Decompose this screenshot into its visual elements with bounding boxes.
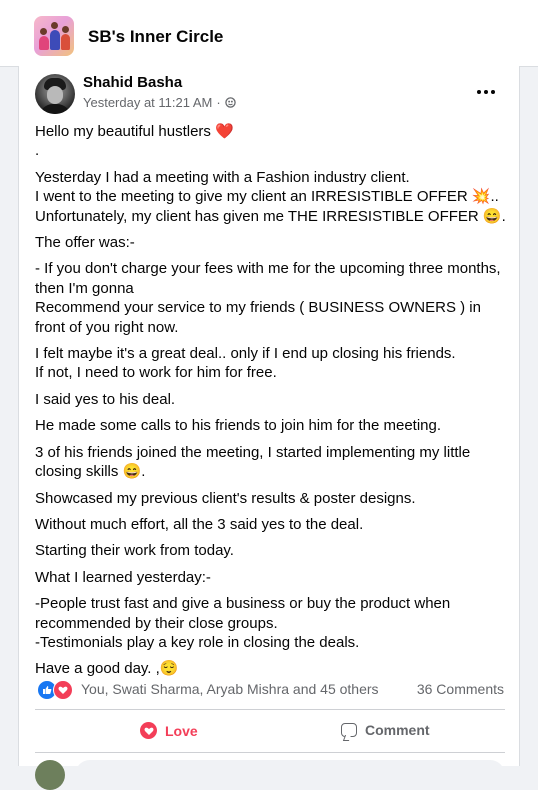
comment-icon	[341, 723, 357, 737]
more-options-icon[interactable]	[469, 80, 503, 104]
author-avatar[interactable]	[35, 74, 75, 114]
heart-icon	[140, 722, 157, 739]
comment-label: Comment	[365, 722, 430, 738]
post-card: Shahid Basha Yesterday at 11:21 AM · Hel…	[18, 66, 520, 790]
post-paragraph: Have a good day. ,😌	[35, 660, 179, 678]
group-name[interactable]: SB's Inner Circle	[88, 27, 223, 47]
post-actions: Love Comment	[35, 714, 505, 750]
post-paragraph: Yesterday I had a meeting with a Fashion…	[35, 168, 506, 225]
post-timestamp[interactable]: Yesterday at 11:21 AM	[83, 95, 212, 110]
group-cover-thumbnail[interactable]	[34, 16, 74, 56]
post-paragraph: Without much effort, all the 3 said yes …	[35, 515, 364, 533]
love-label: Love	[165, 722, 198, 739]
globe-icon	[224, 97, 236, 108]
love-button[interactable]: Love	[140, 722, 198, 739]
meta-separator: ·	[216, 95, 221, 110]
post-paragraph: I said yes to his deal.	[35, 390, 176, 408]
post-paragraph: I felt maybe it's a great deal.. only if…	[35, 345, 456, 382]
post-paragraph: -People trust fast and give a business o…	[35, 595, 451, 651]
post-paragraph: Hello my beautiful hustlers ❤️.	[35, 123, 234, 160]
post-paragraph: Starting their work from today.	[35, 542, 234, 560]
post-paragraph: The offer was:-	[35, 234, 135, 252]
post-paragraph: What I learned yesterday:-	[35, 568, 211, 586]
divider	[35, 752, 505, 753]
comment-input[interactable]	[75, 760, 505, 790]
reaction-icons	[37, 680, 75, 700]
comments-count[interactable]: 36 Comments	[417, 681, 504, 697]
post-meta: Yesterday at 11:21 AM ·	[83, 95, 236, 110]
comment-button[interactable]: Comment	[341, 722, 430, 738]
post-paragraph: Showcased my previous client's results &…	[35, 489, 416, 507]
author-name[interactable]: Shahid Basha	[83, 74, 182, 91]
divider	[35, 709, 505, 710]
post-paragraph: 3 of his friends joined the meeting, I s…	[35, 443, 471, 481]
reactions-bar[interactable]: You, Swati Sharma, Aryab Mishra and 45 o…	[37, 678, 507, 702]
commenter-avatar[interactable]	[35, 760, 65, 790]
group-header: SB's Inner Circle	[0, 0, 538, 67]
reaction-names[interactable]: You, Swati Sharma, Aryab Mishra and 45 o…	[81, 681, 379, 697]
post-paragraph: - If you don't charge your fees with me …	[35, 260, 501, 336]
love-icon	[53, 680, 73, 700]
post-text: Hello my beautiful hustlers ❤️. Yesterday…	[35, 122, 509, 686]
post-paragraph: He made some calls to his friends to joi…	[35, 417, 442, 435]
